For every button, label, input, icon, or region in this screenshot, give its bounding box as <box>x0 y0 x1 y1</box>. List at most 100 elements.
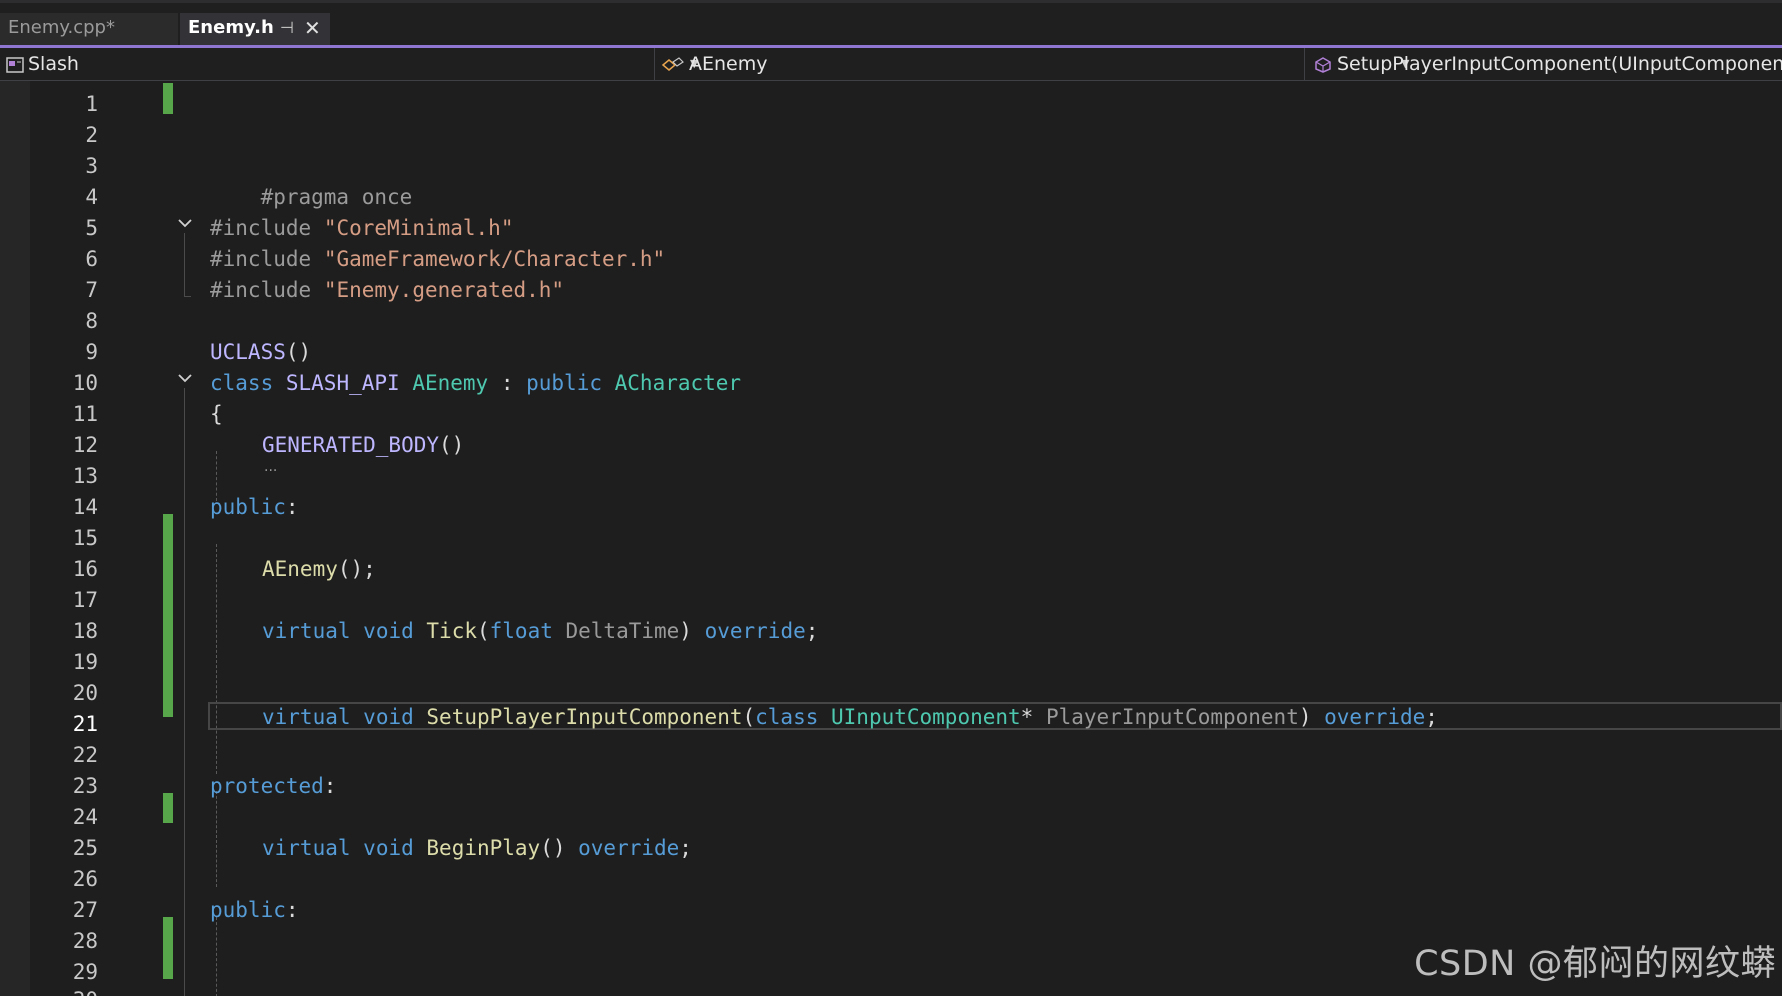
macro: SLASH_API <box>285 371 400 395</box>
code-line-11[interactable]: { <box>210 399 223 430</box>
brace: { <box>210 402 223 426</box>
pin-icon[interactable]: ⊣ <box>280 13 294 43</box>
preprocessor: #include <box>210 278 312 302</box>
preprocessor: #pragma once <box>260 185 413 209</box>
keyword: virtual <box>262 705 351 729</box>
line-number-current: 21 <box>72 712 98 736</box>
member-name: SetupPlayerInputComponent(UInputComponen… <box>1337 53 1782 75</box>
code-line-12[interactable]: GENERATED_BODY() <box>262 430 464 461</box>
punctuation: ; <box>805 619 819 643</box>
tab-label: Enemy.h <box>188 17 274 38</box>
navigation-bar: Slash ▼ AEnemy ▼ SetupPlayerInputCompone… <box>0 48 1782 81</box>
keyword: class <box>755 705 819 729</box>
code-line-18[interactable]: virtual void Tick(float DeltaTime) overr… <box>262 616 818 647</box>
change-indicator <box>163 793 173 823</box>
project-name: Slash <box>28 53 79 75</box>
line-number: 1 <box>85 92 98 116</box>
macro: UCLASS <box>210 340 286 364</box>
collapse-icon[interactable] <box>176 369 194 387</box>
code-line-27[interactable]: public: <box>210 895 299 926</box>
code-line-23[interactable]: protected: <box>210 771 336 802</box>
indent-guide <box>216 544 217 774</box>
code-line-21[interactable]: virtual void SetupPlayerInputComponent(c… <box>262 702 1438 733</box>
collapse-icon[interactable] <box>176 214 194 232</box>
project-icon <box>6 56 24 73</box>
code-line-9[interactable]: UCLASS() <box>210 337 311 368</box>
code-line-25[interactable]: virtual void BeginPlay() override; <box>262 833 692 864</box>
change-indicator <box>163 83 173 114</box>
keyword: void <box>363 836 414 860</box>
line-number: 6 <box>85 247 98 271</box>
member-dropdown[interactable]: SetupPlayerInputComponent(UInputComponen… <box>1304 48 1782 80</box>
code-line-10[interactable]: class SLASH_API AEnemy : public ACharact… <box>210 368 741 399</box>
close-icon[interactable]: ✕ <box>304 13 321 43</box>
code-line-3[interactable]: #pragma once <box>210 151 413 209</box>
line-number: 7 <box>85 278 98 302</box>
class-name: AEnemy <box>689 53 768 75</box>
line-number: 23 <box>72 774 98 798</box>
line-number: 12 <box>72 433 98 457</box>
line-number: 10 <box>72 371 98 395</box>
line-number: 30 <box>30 985 98 996</box>
line-number: 26 <box>72 867 98 891</box>
function-name: Tick <box>426 619 477 643</box>
parameter: PlayerInputComponent <box>1033 705 1299 729</box>
code-line-5[interactable]: #include "CoreMinimal.h" <box>210 213 513 244</box>
line-number: 11 <box>72 402 98 426</box>
line-number: 27 <box>72 898 98 922</box>
line-number: 5 <box>85 216 98 240</box>
tab-enemy-cpp[interactable]: Enemy.cpp* <box>0 13 178 45</box>
parameter: DeltaTime <box>552 619 680 643</box>
punctuation: : <box>323 774 337 798</box>
type-name: AEnemy <box>412 371 489 395</box>
access-specifier: public <box>210 495 286 519</box>
editor-left-margin <box>0 81 30 996</box>
line-number: 15 <box>72 526 98 550</box>
preprocessor: #include <box>210 247 312 271</box>
tab-enemy-h[interactable]: Enemy.h ⊣ ✕ <box>180 13 330 45</box>
change-indicator <box>163 670 173 717</box>
keyword: override <box>578 836 680 860</box>
code-line-6[interactable]: #include "GameFramework/Character.h" <box>210 244 665 275</box>
fold-line <box>184 388 185 996</box>
keyword: public <box>526 371 602 395</box>
line-number: 24 <box>72 805 98 829</box>
watermark: CSDN @郁闷的网纹蟒 <box>1414 944 1776 984</box>
class-icon <box>661 56 684 71</box>
type-name: UInputComponent <box>831 705 1021 729</box>
line-number: 25 <box>72 836 98 860</box>
access-specifier: protected <box>210 774 324 798</box>
line-number: 17 <box>72 588 98 612</box>
line-number: 18 <box>72 619 98 643</box>
intellisense-hint: ··· <box>264 463 278 479</box>
include-path: "GameFramework/Character.h" <box>323 247 666 271</box>
change-indicator <box>163 514 173 670</box>
document-tab-bar: Enemy.cpp* Enemy.h ⊣ ✕ <box>0 3 1782 48</box>
parens: () <box>439 433 465 457</box>
line-number: 29 <box>72 960 98 984</box>
change-indicator <box>163 917 173 979</box>
punctuation: : <box>285 898 299 922</box>
keyword: class <box>210 371 274 395</box>
line-number: 20 <box>72 681 98 705</box>
access-specifier: public <box>210 898 286 922</box>
punctuation: : <box>488 371 527 395</box>
include-path: "CoreMinimal.h" <box>323 216 514 240</box>
function-name: SetupPlayerInputComponent <box>426 705 743 729</box>
class-dropdown[interactable]: AEnemy <box>654 48 1295 80</box>
include-path: "Enemy.generated.h" <box>323 278 565 302</box>
line-number: 2 <box>85 123 98 147</box>
code-line-16[interactable]: AEnemy(); <box>262 554 376 585</box>
punctuation: * <box>1020 705 1034 729</box>
keyword: virtual <box>262 619 351 643</box>
code-editor[interactable]: 1 2 3 4 5 6 7 8 9 10 11 12 13 14 15 16 1… <box>0 81 1782 996</box>
line-number: 3 <box>85 154 98 178</box>
line-number: 14 <box>72 495 98 519</box>
tab-label: Enemy.cpp* <box>8 17 115 38</box>
keyword: float <box>489 619 553 643</box>
keyword: virtual <box>262 836 351 860</box>
project-dropdown[interactable]: Slash <box>6 48 646 80</box>
code-line-14[interactable]: public: <box>210 492 299 523</box>
type-name: ACharacter <box>614 371 742 395</box>
code-line-7[interactable]: #include "Enemy.generated.h" <box>210 275 564 306</box>
